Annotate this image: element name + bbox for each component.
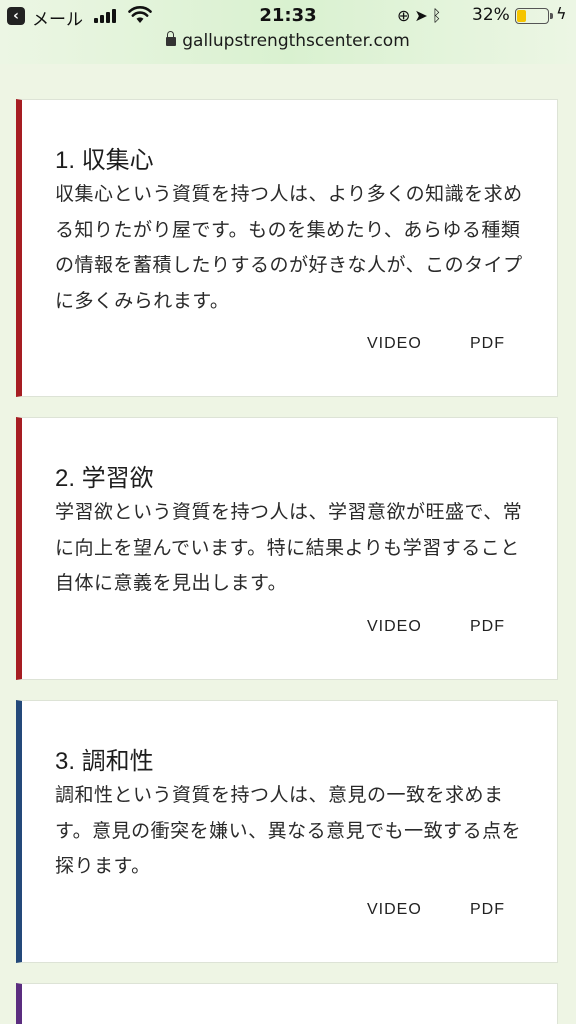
strength-card-3: 3. 調和性 調和性という資質を持つ人は、意見の一致を求めます。意見の衝突を嫌い… bbox=[16, 700, 558, 963]
card-title: 2. 学習欲 bbox=[55, 465, 154, 492]
card-description: 学習欲という資質を持つ人は、学習意欲が旺盛で、常に向上を望んでいます。特に結果よ… bbox=[55, 501, 523, 595]
orientation-lock-icon: ⊕ bbox=[397, 6, 415, 25]
status-row: ‹ メール 21:33 ⊕➤ᛒ 32% ϟ bbox=[0, 0, 576, 32]
video-link[interactable]: VIDEO bbox=[367, 618, 422, 636]
video-link[interactable]: VIDEO bbox=[367, 335, 422, 353]
card-title: 3. 調和性 bbox=[55, 748, 154, 775]
card-description: 収集心という資質を持つ人は、より多くの知識を求める知りたがり屋です。ものを集めた… bbox=[55, 183, 523, 312]
battery-icon bbox=[515, 8, 549, 24]
strength-card-4-partial bbox=[16, 983, 558, 1024]
status-bar: ‹ メール 21:33 ⊕➤ᛒ 32% ϟ gallupstrengthscen… bbox=[0, 0, 576, 64]
location-icon: ➤ bbox=[414, 6, 432, 25]
charging-icon: ϟ bbox=[556, 4, 567, 23]
pdf-link[interactable]: PDF bbox=[470, 901, 505, 919]
url-text: gallupstrengthscenter.com bbox=[182, 31, 410, 51]
battery-percent: 32% bbox=[472, 5, 510, 25]
battery-level bbox=[517, 10, 526, 22]
bluetooth-icon: ᛒ bbox=[431, 6, 446, 25]
system-icons: ⊕➤ᛒ bbox=[397, 6, 445, 25]
address-bar[interactable]: gallupstrengthscenter.com bbox=[0, 31, 576, 55]
card-description: 調和性という資質を持つ人は、意見の一致を求めます。意見の衝突を嫌い、異なる意見で… bbox=[55, 784, 522, 878]
card-title: 1. 収集心 bbox=[55, 147, 154, 174]
battery-cap bbox=[550, 13, 553, 19]
pdf-link[interactable]: PDF bbox=[470, 618, 505, 636]
strength-card-1: 1. 収集心 収集心という資質を持つ人は、より多くの知識を求める知りたがり屋です… bbox=[16, 99, 558, 397]
strength-card-2: 2. 学習欲 学習欲という資質を持つ人は、学習意欲が旺盛で、常に向上を望んでいま… bbox=[16, 417, 558, 680]
video-link[interactable]: VIDEO bbox=[367, 901, 422, 919]
lock-icon bbox=[166, 31, 177, 46]
pdf-link[interactable]: PDF bbox=[470, 335, 505, 353]
